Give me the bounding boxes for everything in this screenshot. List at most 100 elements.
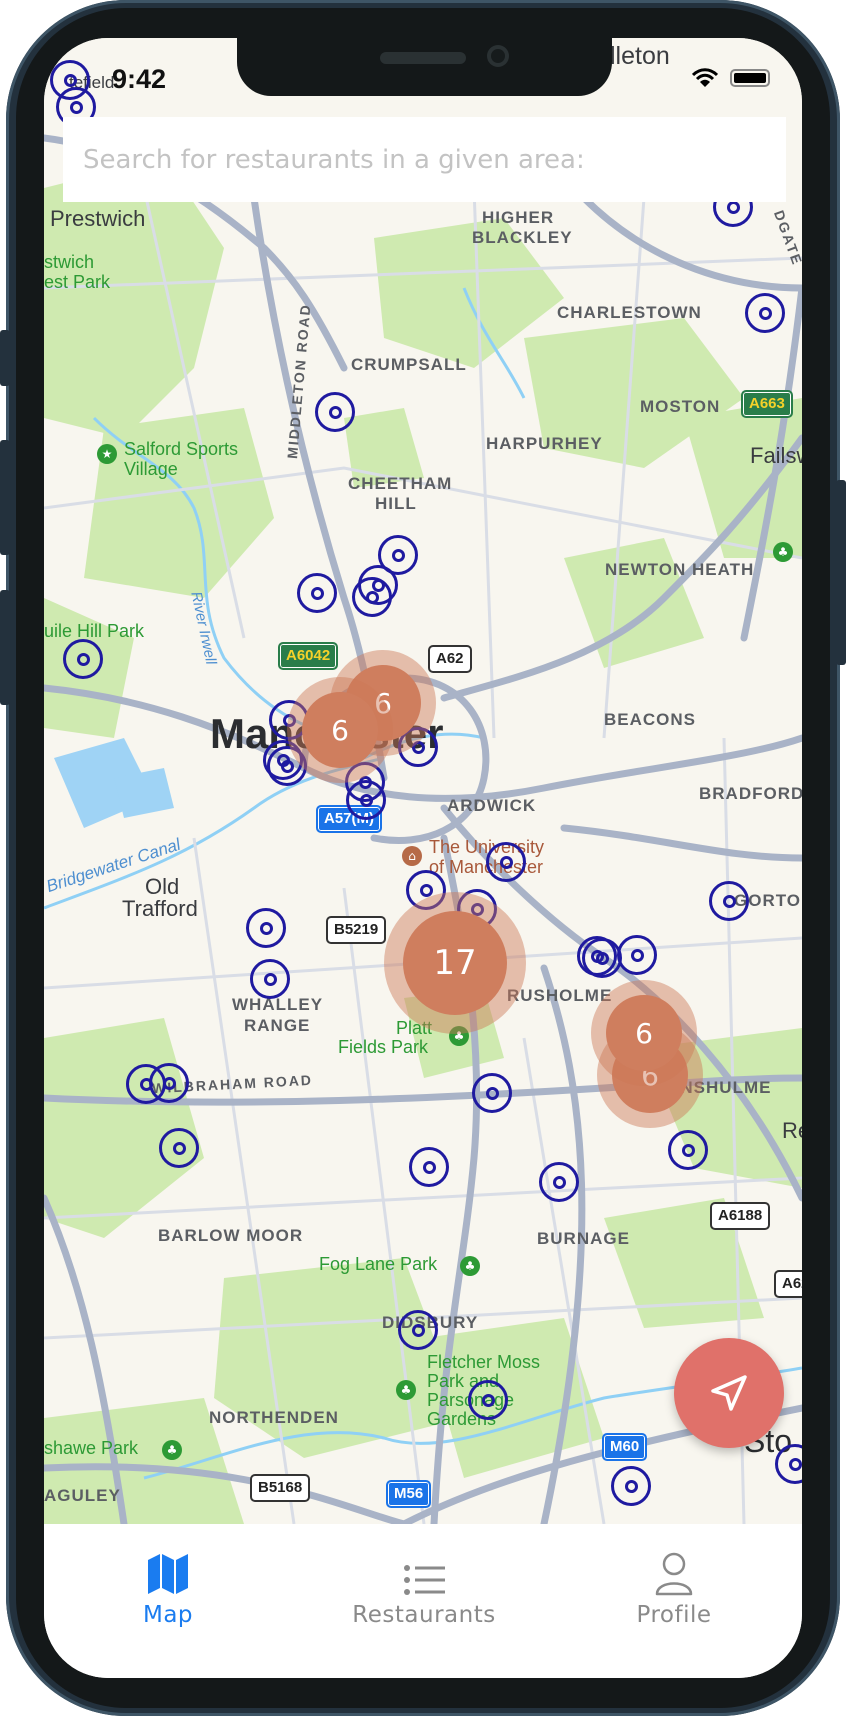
restaurant-marker[interactable] (297, 573, 337, 613)
device-notch (237, 38, 612, 96)
park-icon: ♣ (162, 1440, 182, 1460)
restaurant-cluster[interactable]: 6 (287, 677, 393, 783)
label-whalley-range: WHALLEY (232, 995, 324, 1014)
volume-down-button (0, 590, 10, 705)
restaurant-marker[interactable] (539, 1162, 579, 1202)
restaurant-marker[interactable] (582, 938, 622, 978)
label-harpurhey: HARPURHEY (486, 434, 603, 453)
label-fletcher-moss: Fletcher Moss (427, 1352, 541, 1372)
label-wythenshawe-park: shawe Park (44, 1438, 139, 1458)
restaurant-marker[interactable] (745, 293, 785, 333)
restaurant-marker[interactable] (63, 639, 103, 679)
label-baguley: AGULEY (44, 1486, 121, 1505)
road-shield-a6188: A6188 (710, 1202, 771, 1230)
tab-label: Map (142, 1602, 194, 1628)
map-base (44, 134, 802, 1524)
sports-venue-icon: ★ (97, 444, 117, 464)
restaurant-marker[interactable] (315, 392, 355, 432)
restaurant-marker[interactable] (250, 959, 290, 999)
tab-restaurants[interactable]: Restaurants (324, 1524, 524, 1634)
label-northenden: NORTHENDEN (209, 1408, 339, 1427)
label-higher-blackley-2: BLACKLEY (472, 228, 573, 247)
speaker-grille (380, 52, 466, 64)
label-prestwich: Prestwich (50, 206, 146, 231)
label-charlestown: CHARLESTOWN (557, 303, 702, 322)
restaurant-cluster[interactable]: 6 (591, 980, 697, 1086)
restaurant-marker[interactable] (668, 1130, 708, 1170)
restaurant-marker[interactable] (346, 780, 386, 820)
label-platt-fields-2: Fields Park (338, 1037, 429, 1057)
label-salford-sports-2: Village (124, 459, 178, 479)
label-beacons: BEACONS (604, 710, 697, 729)
label-moston: MOSTON (640, 397, 721, 416)
road-shield-b5219: B5219 (326, 916, 387, 944)
navigation-arrow-icon (711, 1375, 747, 1411)
label-bradford: BRADFORD (699, 784, 802, 803)
label-whalley-range-2: RANGE (244, 1016, 311, 1035)
road-shield-m56: M56 (386, 1480, 432, 1508)
label-rusholme: RUSHOLME (507, 986, 613, 1005)
map-icon (148, 1554, 188, 1594)
label-burnage: BURNAGE (537, 1229, 630, 1248)
park-icon: ♣ (396, 1380, 416, 1400)
restaurant-marker[interactable] (617, 935, 657, 975)
label-cheetham-hill-2: HILL (375, 494, 417, 513)
label-crumpsall: CRUMPSALL (351, 355, 467, 374)
list-icon (404, 1565, 445, 1595)
app-screen: Prestwich stwich est Park HIGHER BLACKLE… (44, 38, 802, 1678)
label-fog-lane-park: Fog Lane Park (319, 1254, 438, 1274)
front-camera (487, 45, 509, 67)
tab-map[interactable]: Map (68, 1524, 268, 1634)
status-time: 9:42 (112, 64, 167, 94)
road-shield-a6042: A6042 (278, 642, 339, 670)
road-shield-m60: M60 (602, 1433, 648, 1461)
restaurant-marker[interactable] (352, 577, 392, 617)
status-icons (692, 68, 770, 88)
restaurant-marker[interactable] (246, 908, 286, 948)
mute-switch (0, 330, 10, 386)
label-higher-blackley: HIGHER (482, 208, 555, 227)
label-barlow-moor: BARLOW MOOR (158, 1226, 304, 1245)
wifi-icon (692, 68, 718, 87)
road-shield-b5168: B5168 (250, 1474, 311, 1502)
label-prestwich-park: stwich (44, 252, 95, 272)
restaurant-marker[interactable] (159, 1128, 199, 1168)
label-failsworth: Failsw (750, 443, 802, 468)
battery-icon (730, 69, 770, 87)
road-shield-a6x: A62 (774, 1270, 802, 1298)
restaurant-marker[interactable] (149, 1063, 189, 1103)
label-salford-sports: Salford Sports (124, 439, 239, 459)
label-ardwick: ARDWICK (447, 796, 537, 815)
restaurant-marker[interactable] (486, 842, 526, 882)
label-old-trafford-2: Trafford (122, 896, 198, 921)
park-icon: ♣ (460, 1256, 480, 1276)
water-areas (54, 738, 174, 828)
cluster-count: 6 (606, 995, 682, 1071)
label-ordsall-park: uile Hill Park (44, 621, 145, 641)
restaurant-marker[interactable] (468, 1380, 508, 1420)
restaurant-marker[interactable] (472, 1073, 512, 1113)
tab-label: Profile (636, 1602, 712, 1628)
label-prestwich-park-2: est Park (44, 272, 111, 292)
label-newton-heath: NEWTON HEATH (605, 560, 755, 579)
park-icon: ♣ (773, 542, 793, 562)
restaurant-marker[interactable] (709, 881, 749, 921)
restaurant-marker[interactable] (611, 1466, 651, 1506)
university-icon: ⌂ (402, 846, 422, 866)
tab-profile[interactable]: Profile (574, 1524, 774, 1634)
power-button (836, 480, 846, 665)
map-view[interactable]: Prestwich stwich est Park HIGHER BLACKLE… (44, 38, 802, 1524)
volume-up-button (0, 440, 10, 555)
restaurant-marker[interactable] (398, 1310, 438, 1350)
road-shield-a663: A663 (741, 390, 793, 418)
person-icon (655, 1552, 693, 1596)
road-shield-a62: A62 (428, 645, 472, 673)
search-input[interactable] (81, 143, 768, 176)
search-bar (63, 117, 786, 202)
restaurant-cluster[interactable]: 17 (384, 892, 526, 1034)
restaurant-marker[interactable] (409, 1147, 449, 1187)
label-reddish: Re (782, 1118, 802, 1143)
locate-me-button[interactable] (674, 1338, 784, 1448)
tab-bar: Map Restaurants Profile (44, 1524, 802, 1678)
label-cheetham-hill: CHEETHAM (348, 474, 453, 493)
